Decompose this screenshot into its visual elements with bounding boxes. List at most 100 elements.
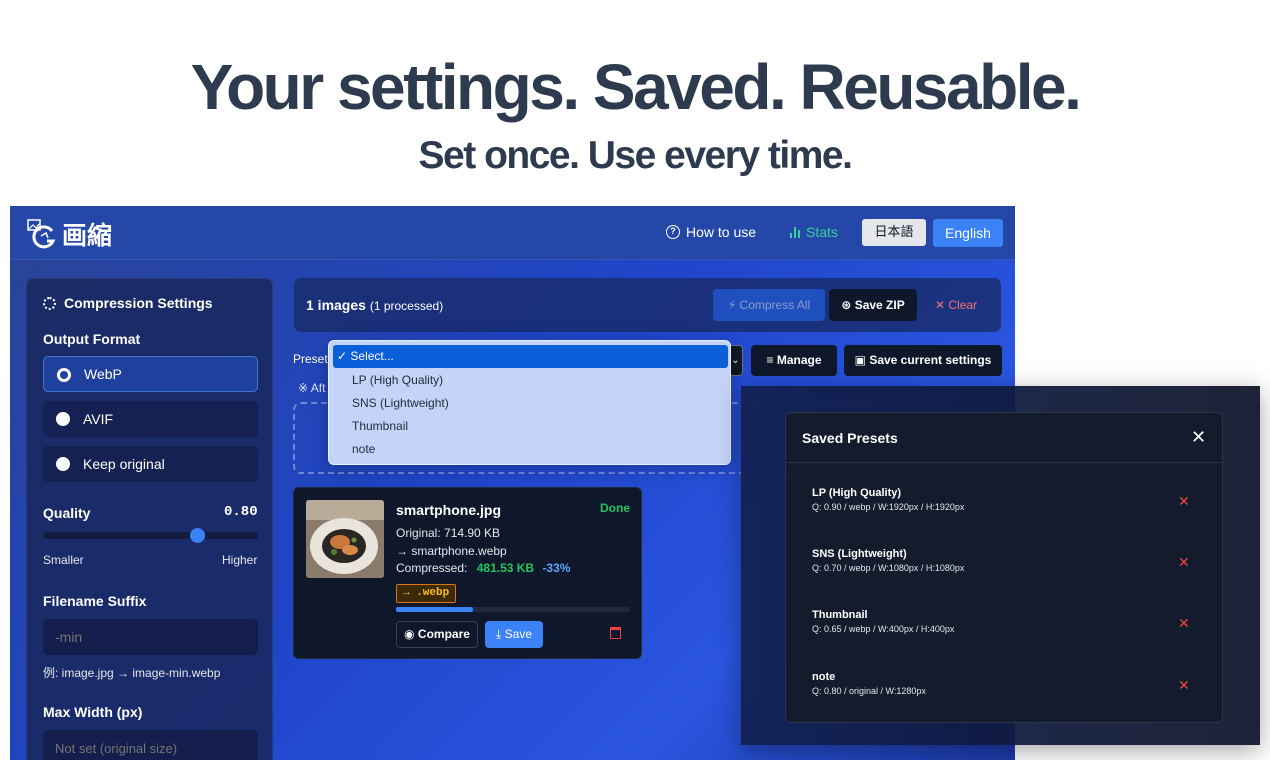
modal-title: Saved Presets xyxy=(802,430,898,446)
radio-icon xyxy=(57,368,71,382)
save-icon: ▣ xyxy=(854,353,866,367)
compressed-info: Compressed: 481.53 KB -33% xyxy=(396,561,570,575)
package-icon: ⊛ xyxy=(841,298,852,312)
compressed-label: Compressed: xyxy=(396,561,468,575)
modal-backdrop: Saved Presets ✕ LP (High Quality) Q: 0.9… xyxy=(741,386,1260,745)
chevron-down-icon: ⌄ xyxy=(731,355,740,366)
save-zip-label: Save ZIP xyxy=(854,298,905,312)
quality-min-label: Smaller xyxy=(43,553,84,567)
logo-text: 画縮 xyxy=(62,221,113,250)
saved-presets-modal: Saved Presets ✕ LP (High Quality) Q: 0.9… xyxy=(785,412,1223,723)
save-zip-button[interactable]: ⊛ Save ZIP xyxy=(829,289,917,321)
gear-icon xyxy=(43,296,56,310)
settings-sidebar: Compression Settings Output Format WebP … xyxy=(26,278,273,760)
preset-row: LP (High Quality) Q: 0.90 / webp / W:192… xyxy=(812,487,1202,512)
manage-label: Manage xyxy=(776,353,822,367)
hero-title: Your settings. Saved. Reusable. xyxy=(190,51,1082,123)
delete-preset-icon[interactable]: ✕ xyxy=(1178,677,1190,694)
slider-thumb[interactable] xyxy=(189,528,205,543)
processed-count: (1 processed) xyxy=(369,299,444,313)
radio-icon xyxy=(56,412,70,426)
compare-button[interactable]: ◉ Compare xyxy=(396,621,478,648)
clear-button[interactable]: ✕ Clear xyxy=(926,289,986,321)
lang-en-button[interactable]: English xyxy=(933,219,1003,247)
radio-icon xyxy=(56,457,70,471)
image-thumbnail[interactable] xyxy=(306,500,384,578)
preset-name: SNS (Lightweight) xyxy=(812,548,907,560)
download-icon: ⤓ xyxy=(495,627,502,641)
hero-subtitle: Set once. Use every time. xyxy=(418,134,853,177)
max-width-label: Max Width (px) xyxy=(43,704,143,720)
original-size: Original: 714.90 KB xyxy=(396,526,501,540)
preset-dropdown[interactable]: ✓ Select... LP (High Quality) SNS (Light… xyxy=(328,340,731,465)
close-icon: ✕ xyxy=(934,298,946,312)
preset-desc: Q: 0.80 / original / W:1280px xyxy=(812,686,926,696)
image-card: smartphone.jpg Done Original: 714.90 KB … xyxy=(293,487,642,659)
logo-icon xyxy=(26,217,60,251)
suffix-example: 例: image.jpg → image-min.webp xyxy=(43,666,221,680)
chart-icon xyxy=(790,226,800,238)
suffix-input[interactable] xyxy=(43,619,258,655)
reduction-percent: -33% xyxy=(542,561,571,575)
preset-name: Thumbnail xyxy=(812,609,868,621)
eye-icon: ◉ xyxy=(404,627,415,641)
progress-fill xyxy=(396,607,474,612)
preset-option-note[interactable]: note xyxy=(333,438,728,461)
settings-title: Compression Settings xyxy=(43,295,213,311)
quality-value: 0.80 xyxy=(224,504,258,520)
target-file-name: → smartphone.webp xyxy=(396,544,507,558)
delete-preset-icon[interactable]: ✕ xyxy=(1178,615,1190,632)
how-to-use-link[interactable]: ? How to use xyxy=(666,224,756,240)
save-button[interactable]: ⤓ Save xyxy=(485,621,543,648)
preset-desc: Q: 0.65 / webp / W:400px / H:400px xyxy=(812,624,955,634)
format-badge: → .webp xyxy=(396,584,457,603)
compressed-size: 481.53 KB xyxy=(476,561,535,575)
quality-slider[interactable] xyxy=(43,528,258,543)
delete-preset-icon[interactable]: ✕ xyxy=(1178,554,1190,571)
preset-option-thumbnail[interactable]: Thumbnail xyxy=(333,415,728,438)
preset-row: note Q: 0.80 / original / W:1280px ✕ xyxy=(812,671,1202,696)
how-to-use-label: How to use xyxy=(686,224,757,240)
quality-label: Quality xyxy=(43,505,91,521)
delete-preset-icon[interactable]: ✕ xyxy=(1178,493,1190,510)
compare-label: Compare xyxy=(417,627,470,641)
images-count: 1 images (1 processed) xyxy=(306,297,443,313)
top-bar: 画縮 ? How to use Stats 日本語 English xyxy=(10,206,1015,260)
compress-all-button[interactable]: ⚡ Compress All xyxy=(713,289,825,321)
save-current-label: Save current settings xyxy=(869,353,992,367)
compress-all-label: Compress All xyxy=(739,298,811,312)
max-width-input[interactable] xyxy=(43,730,258,760)
stats-link[interactable]: Stats xyxy=(790,224,838,240)
modal-divider xyxy=(786,462,1222,463)
preset-option-select[interactable]: ✓ Select... xyxy=(333,345,728,368)
format-option-label: Keep original xyxy=(83,456,165,472)
preset-desc: Q: 0.90 / webp / W:1920px / H:1920px xyxy=(812,502,965,512)
format-option-label: WebP xyxy=(84,366,122,382)
format-option-label: AVIF xyxy=(83,411,114,427)
preset-option-sns[interactable]: SNS (Lightweight) xyxy=(333,392,728,415)
trash-icon[interactable] xyxy=(610,627,621,639)
preset-option-lp[interactable]: LP (High Quality) xyxy=(333,369,728,392)
status-badge: Done xyxy=(600,501,630,515)
preset-label: Preset xyxy=(293,352,328,366)
help-icon: ? xyxy=(666,225,680,239)
preset-name: note xyxy=(812,671,836,683)
preset-row: SNS (Lightweight) Q: 0.70 / webp / W:108… xyxy=(812,548,1202,573)
output-format-label: Output Format xyxy=(43,331,141,347)
close-icon[interactable]: ✕ xyxy=(1191,427,1206,448)
file-name: smartphone.jpg xyxy=(396,502,502,518)
settings-title-text: Compression Settings xyxy=(64,295,213,311)
manage-presets-button[interactable]: ≡ Manage xyxy=(751,345,837,376)
quality-max-label: Higher xyxy=(222,553,258,567)
preset-desc: Q: 0.70 / webp / W:1080px / H:1080px xyxy=(812,563,965,573)
progress-bar xyxy=(396,607,630,612)
logo[interactable]: 画縮 xyxy=(26,216,112,252)
format-option-avif[interactable]: AVIF xyxy=(43,401,258,437)
clear-label: Clear xyxy=(948,298,978,312)
format-option-webp[interactable]: WebP xyxy=(43,356,258,392)
images-count-text: 1 images xyxy=(306,297,366,313)
format-option-keep-original[interactable]: Keep original xyxy=(43,446,258,482)
preset-row: Thumbnail Q: 0.65 / webp / W:400px / H:4… xyxy=(812,609,1202,634)
lang-ja-button[interactable]: 日本語 xyxy=(862,219,926,246)
save-current-settings-button[interactable]: ▣ Save current settings xyxy=(844,345,1002,376)
